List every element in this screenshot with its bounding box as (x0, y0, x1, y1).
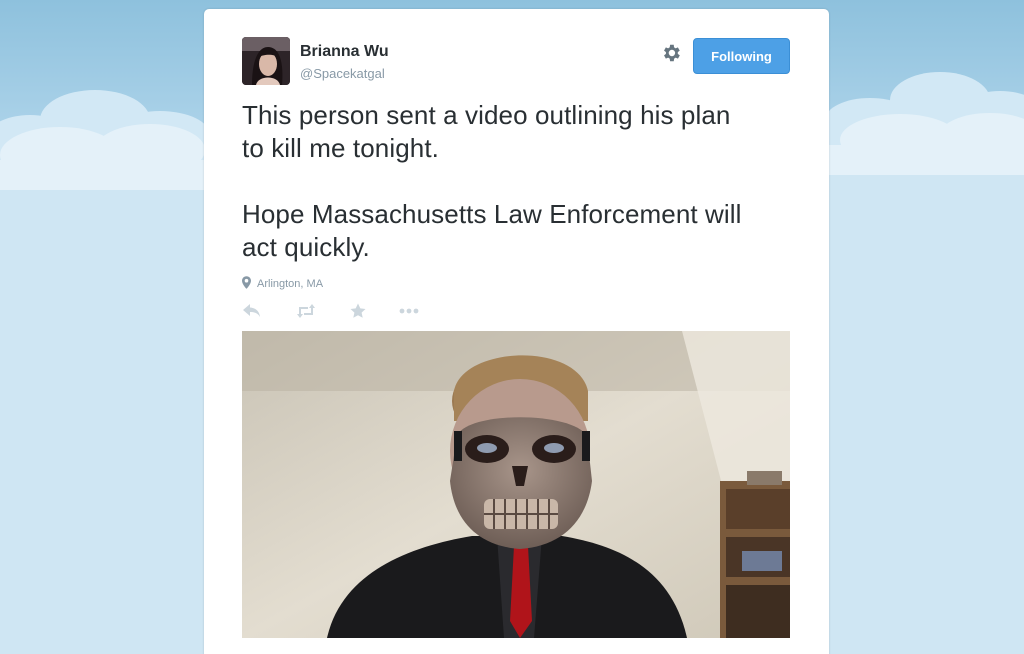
author-handle[interactable]: @Spacekatgal (300, 66, 385, 81)
author-name[interactable]: Brianna Wu (300, 43, 389, 61)
reply-icon[interactable] (242, 301, 262, 321)
tweet-card: Brianna Wu @Spacekatgal Following This p… (204, 9, 829, 654)
tweet-location[interactable]: Arlington, MA (242, 276, 323, 292)
retweet-icon[interactable] (294, 301, 318, 321)
more-icon[interactable] (398, 301, 420, 321)
tweet-photo[interactable] (242, 331, 790, 638)
tweet-text: This person sent a video outlining his p… (242, 100, 742, 262)
following-button[interactable]: Following (693, 38, 790, 74)
avatar[interactable] (242, 37, 290, 85)
star-icon[interactable] (348, 301, 368, 321)
gear-icon[interactable] (660, 42, 682, 64)
location-pin-icon (242, 276, 251, 292)
location-label: Arlington, MA (257, 278, 324, 290)
tweet-actions (242, 301, 420, 321)
